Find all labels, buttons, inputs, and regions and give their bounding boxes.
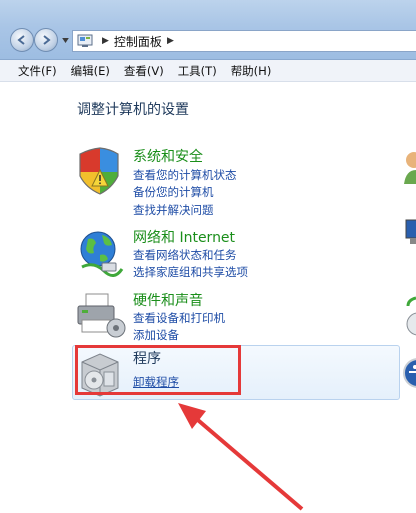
category-system-security: 系统和安全 查看您的计算机状态 备份您的计算机 查找并解决问题	[74, 146, 374, 218]
menu-tools[interactable]: 工具(T)	[178, 63, 217, 79]
back-button[interactable]	[10, 28, 34, 52]
menu-bar: 文件(F) 编辑(E) 查看(V) 工具(T) 帮助(H)	[0, 60, 416, 82]
category-title-hardware-sound[interactable]: 硬件和声音	[133, 290, 203, 310]
menu-edit[interactable]: 编辑(E)	[71, 63, 110, 79]
chevron-down-icon	[61, 37, 69, 43]
recent-pages-dropdown[interactable]	[60, 34, 70, 46]
link-troubleshoot[interactable]: 查找并解决问题	[133, 202, 214, 218]
link-add-device[interactable]: 添加设备	[133, 327, 179, 343]
annotation-highlight-box	[75, 345, 241, 395]
appearance-monitor-icon[interactable]	[402, 216, 416, 250]
link-network-status[interactable]: 查看网络状态和任务	[133, 247, 237, 263]
category-title-network-internet[interactable]: 网络和 Internet	[133, 227, 235, 247]
link-view-computer-status[interactable]: 查看您的计算机状态	[133, 167, 237, 183]
forward-arrow-icon	[43, 35, 51, 45]
menu-file[interactable]: 文件(F)	[18, 63, 57, 79]
ease-of-access-icon[interactable]	[402, 356, 416, 390]
forward-button[interactable]	[34, 28, 58, 52]
network-globe-icon[interactable]	[74, 227, 126, 279]
link-homegroup-sharing[interactable]: 选择家庭组和共享选项	[133, 264, 248, 280]
address-bar[interactable]: ▶ 控制面板 ▶	[72, 30, 416, 52]
printer-icon[interactable]	[74, 290, 126, 342]
breadcrumb-separator-icon[interactable]: ▶	[167, 36, 174, 46]
link-devices-printers[interactable]: 查看设备和打印机	[133, 310, 225, 326]
page-title: 调整计算机的设置	[77, 102, 189, 118]
category-hardware-sound: 硬件和声音 查看设备和打印机 添加设备	[74, 290, 374, 344]
menu-view[interactable]: 查看(V)	[124, 63, 164, 79]
breadcrumb-control-panel[interactable]: 控制面板	[114, 33, 162, 50]
user-accounts-icon[interactable]	[402, 150, 416, 184]
category-title-system-security[interactable]: 系统和安全	[133, 146, 203, 166]
breadcrumb-separator-icon[interactable]: ▶	[102, 36, 109, 46]
shield-icon[interactable]	[74, 146, 126, 198]
category-network-internet: 网络和 Internet 查看网络状态和任务 选择家庭组和共享选项	[74, 227, 374, 281]
annotation-arrow-icon	[178, 403, 304, 511]
link-backup-computer[interactable]: 备份您的计算机	[133, 184, 214, 200]
menu-help[interactable]: 帮助(H)	[231, 63, 272, 79]
back-arrow-icon	[17, 35, 25, 45]
title-bar: ▶ 控制面板 ▶	[0, 0, 416, 60]
control-panel-icon	[77, 34, 93, 48]
clock-language-icon[interactable]	[402, 296, 416, 336]
